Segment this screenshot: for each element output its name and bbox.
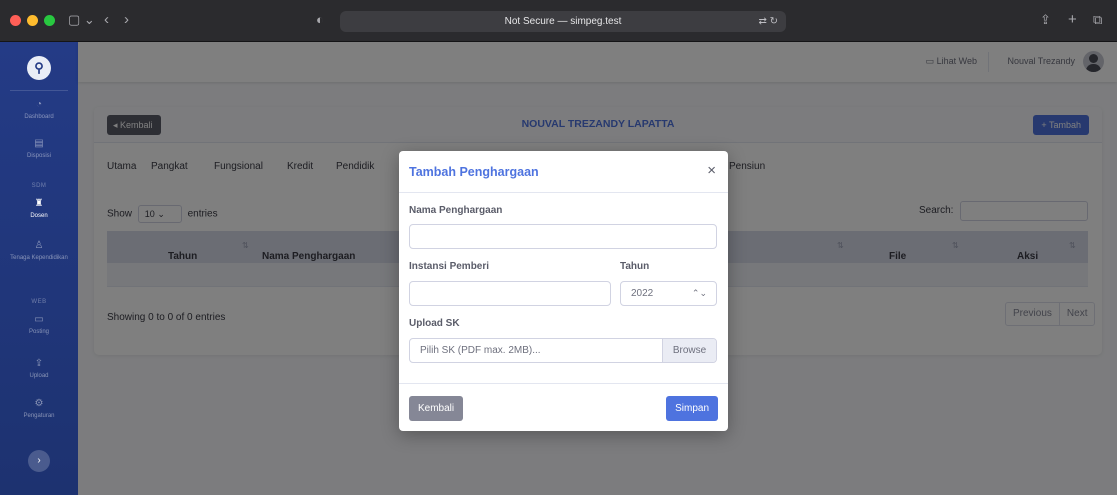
dashboard-icon: ◔ — [35, 99, 43, 110]
upload-sk-label: Upload SK — [409, 318, 460, 329]
tahun-label: Tahun — [620, 261, 650, 272]
upload-icon: ⇪ — [34, 358, 44, 369]
sidebar-item-disposisi[interactable]: ▤ Disposisi — [0, 138, 78, 160]
gear-icon: ⚙ — [34, 398, 44, 409]
back-icon[interactable]: ‹ — [104, 12, 109, 28]
kembali-button[interactable]: Kembali — [409, 396, 464, 421]
close-icon[interactable]: × — [707, 163, 716, 179]
address-bar[interactable]: Not Secure — simpeg.test ⇄ ↻ — [340, 11, 786, 32]
sidebar-item-label: Upload — [29, 373, 49, 379]
tab-overview-icon[interactable]: ⧉ — [1093, 12, 1102, 28]
instansi-pemberi-input[interactable] — [409, 281, 611, 306]
browser-toolbar: ▢ ⌄ ‹ › ◐ Not Secure — simpeg.test ⇄ ↻ ⇪… — [0, 0, 1117, 42]
sidebar-item-posting[interactable]: ▭ Posting — [0, 314, 78, 336]
sidebar-item-tenaga-kependidikan[interactable]: ♙ Tenaga Kependidikan — [0, 240, 78, 262]
modal-footer: Kembali Simpan — [399, 383, 728, 431]
sidebar-item-label: Disposisi — [26, 153, 51, 159]
upload-sk-placeholder: Pilih SK (PDF max. 2MB)... — [420, 345, 541, 356]
close-window-button[interactable] — [10, 15, 21, 26]
sidebar-item-dosen[interactable]: ♜ Dosen — [0, 198, 78, 220]
sidebar-item-dashboard[interactable]: ◔ Dashboard — [0, 99, 78, 121]
zoom-window-button[interactable] — [44, 15, 55, 26]
sidebar-item-label: Posting — [28, 329, 49, 335]
sidebar-toggle-icon[interactable]: ▢ ⌄ — [68, 12, 95, 28]
upload-sk-input[interactable]: Pilih SK (PDF max. 2MB)... Browse — [409, 338, 717, 363]
sidebar-collapse-button[interactable]: › — [28, 450, 50, 472]
tenaga-icon: ♙ — [34, 240, 44, 251]
sidebar: ⚲ ◔ Dashboard ▤ Disposisi SDM ♜ Dosen ♙ … — [0, 42, 78, 495]
forward-icon[interactable]: › — [124, 12, 129, 28]
tahun-stepper[interactable]: 2022 ⌃⌄ — [620, 281, 717, 306]
posting-icon: ▭ — [34, 314, 44, 325]
modal-title: Tambah Penghargaan — [409, 165, 539, 179]
sidebar-item-upload[interactable]: ⇪ Upload — [0, 358, 78, 380]
disposisi-icon: ▤ — [34, 138, 44, 149]
tambah-penghargaan-modal: Tambah Penghargaan × Nama Penghargaan In… — [399, 151, 728, 431]
nama-penghargaan-input[interactable] — [409, 224, 717, 249]
url-text: Not Secure — simpeg.test — [504, 16, 622, 27]
translate-reload-icon[interactable]: ⇄ ↻ — [758, 11, 778, 32]
simpan-button[interactable]: Simpan — [666, 396, 718, 421]
browse-button[interactable]: Browse — [662, 339, 716, 362]
tahun-value: 2022 — [631, 288, 654, 299]
app-logo[interactable]: ⚲ — [27, 56, 51, 80]
sidebar-item-label: Tenaga Kependidikan — [10, 255, 68, 261]
sidebar-item-label: Dashboard — [24, 114, 54, 120]
sidebar-item-label: Dosen — [30, 213, 48, 219]
shield-icon[interactable]: ◐ — [316, 12, 324, 28]
stepper-arrows-icon[interactable]: ⌃⌄ — [692, 282, 707, 305]
nama-penghargaan-label: Nama Penghargaan — [409, 205, 503, 216]
sidebar-heading-web: WEB — [31, 299, 47, 305]
sidebar-item-pengaturan[interactable]: ⚙ Pengaturan — [0, 398, 78, 420]
share-icon[interactable]: ⇪ — [1040, 12, 1051, 28]
dosen-icon: ♜ — [34, 198, 44, 209]
sidebar-divider — [10, 90, 68, 91]
new-tab-icon[interactable]: + — [1068, 12, 1077, 28]
minimize-window-button[interactable] — [27, 15, 38, 26]
sidebar-heading-sdm: SDM — [31, 183, 47, 189]
sidebar-item-label: Pengaturan — [23, 413, 55, 419]
instansi-pemberi-label: Instansi Pemberi — [409, 261, 490, 272]
modal-header: Tambah Penghargaan × — [399, 151, 728, 193]
